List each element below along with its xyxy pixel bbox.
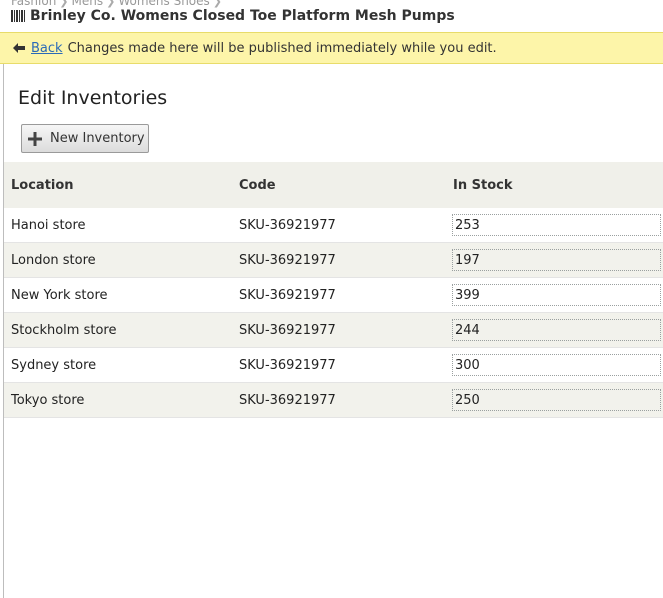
stock-cell — [452, 208, 663, 243]
table-row: Tokyo store SKU-36921977 — [4, 382, 663, 418]
code-cell: SKU-36921977 — [231, 347, 452, 383]
breadcrumb-item[interactable]: Mens — [72, 0, 104, 8]
back-arrow-icon[interactable] — [13, 43, 25, 53]
stock-input[interactable] — [452, 249, 661, 271]
stock-input[interactable] — [452, 214, 661, 236]
table-row: Hanoi store SKU-36921977 — [4, 208, 663, 243]
stock-cell — [452, 382, 663, 418]
inventory-table: Location Code In Stock Hanoi store SKU-3… — [4, 162, 663, 418]
stock-input[interactable] — [452, 319, 661, 341]
code-cell: SKU-36921977 — [231, 312, 452, 348]
barcode-icon — [11, 10, 25, 22]
table-header-row: Location Code In Stock — [4, 162, 663, 208]
notice-bar: Back Changes made here will be published… — [0, 32, 663, 64]
plus-icon — [28, 131, 42, 146]
table-row: Stockholm store SKU-36921977 — [4, 312, 663, 348]
page-title: Brinley Co. Womens Closed Toe Platform M… — [30, 8, 455, 24]
table-row: New York store SKU-36921977 — [4, 277, 663, 313]
breadcrumb-item[interactable]: Womens Shoes — [118, 0, 209, 8]
code-cell: SKU-36921977 — [231, 382, 452, 418]
new-inventory-label: New Inventory — [50, 131, 145, 146]
column-header-in-stock: In Stock — [452, 162, 663, 208]
location-cell: Hanoi store — [4, 208, 231, 243]
table-row: Sydney store SKU-36921977 — [4, 347, 663, 383]
location-cell: Stockholm store — [4, 312, 231, 348]
stock-cell — [452, 277, 663, 313]
stock-cell — [452, 242, 663, 278]
header: Fashion ❯ Mens ❯ Womens Shoes ❯ Brinley Co. W… — [0, 0, 663, 32]
stock-cell — [452, 347, 663, 383]
code-cell: SKU-36921977 — [231, 242, 452, 278]
chevron-right-icon: ❯ — [59, 0, 69, 8]
stock-input[interactable] — [452, 354, 661, 376]
title-row: Brinley Co. Womens Closed Toe Platform M… — [11, 8, 455, 24]
stock-cell — [452, 312, 663, 348]
section-title: Edit Inventories — [18, 87, 168, 109]
new-inventory-button[interactable]: New Inventory — [21, 124, 149, 153]
breadcrumb-item[interactable]: Fashion — [11, 0, 56, 8]
table-row: London store SKU-36921977 — [4, 242, 663, 278]
column-header-code: Code — [231, 162, 452, 208]
stock-input[interactable] — [452, 389, 661, 411]
column-header-location: Location — [4, 162, 231, 208]
chevron-right-icon: ❯ — [106, 0, 116, 8]
breadcrumb: Fashion ❯ Mens ❯ Womens Shoes ❯ — [11, 0, 225, 8]
chevron-right-icon: ❯ — [212, 0, 222, 8]
location-cell: Sydney store — [4, 347, 231, 383]
location-cell: Tokyo store — [4, 382, 231, 418]
code-cell: SKU-36921977 — [231, 208, 452, 243]
stock-input[interactable] — [452, 284, 661, 306]
notice-message: Changes made here will be published imme… — [67, 40, 497, 56]
location-cell: London store — [4, 242, 231, 278]
back-link[interactable]: Back — [31, 41, 63, 56]
code-cell: SKU-36921977 — [231, 277, 452, 313]
location-cell: New York store — [4, 277, 231, 313]
